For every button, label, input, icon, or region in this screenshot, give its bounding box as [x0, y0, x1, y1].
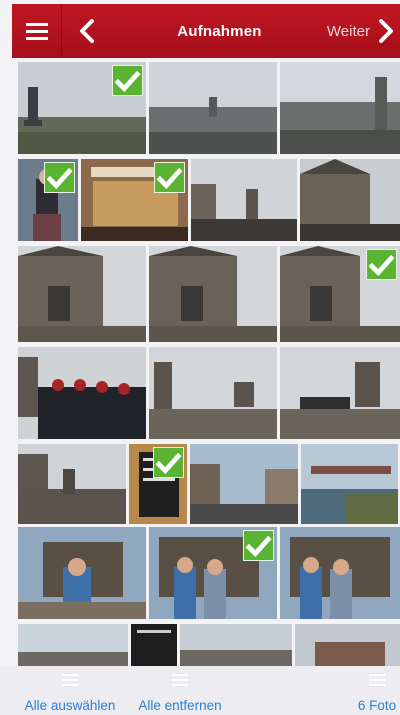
selected-checkmark [112, 65, 143, 96]
selected-checkmark [366, 249, 397, 280]
next-button[interactable]: Weiter [327, 19, 400, 43]
lines-icon [62, 674, 78, 686]
photo-thumbnail[interactable] [18, 62, 146, 154]
menu-button[interactable] [12, 4, 62, 58]
checkmark-icon [114, 70, 141, 93]
photo-thumbnail[interactable] [18, 527, 146, 619]
lines-icon [369, 674, 385, 686]
lines-icon [172, 674, 188, 686]
selected-checkmark [153, 447, 184, 478]
checkmark-icon [368, 254, 395, 277]
select-all-label: Alle auswählen [24, 698, 116, 713]
menu-icon [25, 23, 48, 40]
photo-thumbnail[interactable] [191, 159, 297, 241]
photo-thumbnail[interactable] [149, 246, 277, 342]
checkmark-icon [155, 452, 182, 475]
checkmark-icon [245, 535, 272, 558]
photo-thumbnail[interactable] [18, 624, 128, 666]
photo-thumbnail[interactable] [149, 527, 277, 619]
photo-grid [18, 62, 400, 666]
photo-count-label: 6 Foto [357, 698, 397, 713]
photo-thumbnail[interactable] [129, 444, 187, 524]
photo-thumbnail[interactable] [149, 62, 277, 154]
photo-thumbnail[interactable] [149, 347, 277, 439]
next-label: Weiter [326, 22, 370, 40]
next-chevron-icon [379, 19, 393, 43]
photo-thumbnail[interactable] [295, 624, 400, 666]
bottom-toolbar: Alle auswählen Alle entfernen 6 Foto [0, 666, 400, 715]
photo-thumbnail[interactable] [280, 246, 400, 342]
photo-thumbnail[interactable] [300, 159, 400, 241]
remove-all-label: Alle entfernen [138, 698, 222, 713]
photo-thumbnail[interactable] [131, 624, 177, 666]
top-bar: Aufnahmen Weiter [0, 0, 400, 58]
selected-checkmark [154, 162, 185, 193]
photo-thumbnail[interactable] [180, 624, 292, 666]
photo-thumbnail[interactable] [18, 159, 78, 241]
photo-thumbnail[interactable] [280, 62, 400, 154]
select-all-button[interactable]: Alle auswählen [18, 670, 122, 713]
photo-thumbnail[interactable] [190, 444, 298, 524]
page-title: Aufnahmen [177, 22, 262, 40]
header: Aufnahmen Weiter [12, 4, 400, 58]
photo-thumbnail[interactable] [280, 347, 400, 439]
checkmark-icon [46, 167, 73, 190]
remove-all-button[interactable]: Alle entfernen [132, 670, 228, 713]
photo-thumbnail[interactable] [301, 444, 398, 524]
back-button[interactable] [62, 4, 112, 58]
photo-count-button[interactable]: 6 Foto [354, 670, 400, 713]
photo-thumbnail[interactable] [18, 444, 126, 524]
selected-checkmark [44, 162, 75, 193]
photo-thumbnail[interactable] [280, 527, 400, 619]
checkmark-icon [156, 167, 183, 190]
photo-thumbnail[interactable] [81, 159, 188, 241]
photo-thumbnail[interactable] [18, 347, 146, 439]
photo-thumbnail[interactable] [18, 246, 146, 342]
selected-checkmark [243, 530, 274, 561]
back-chevron-icon [80, 19, 94, 43]
